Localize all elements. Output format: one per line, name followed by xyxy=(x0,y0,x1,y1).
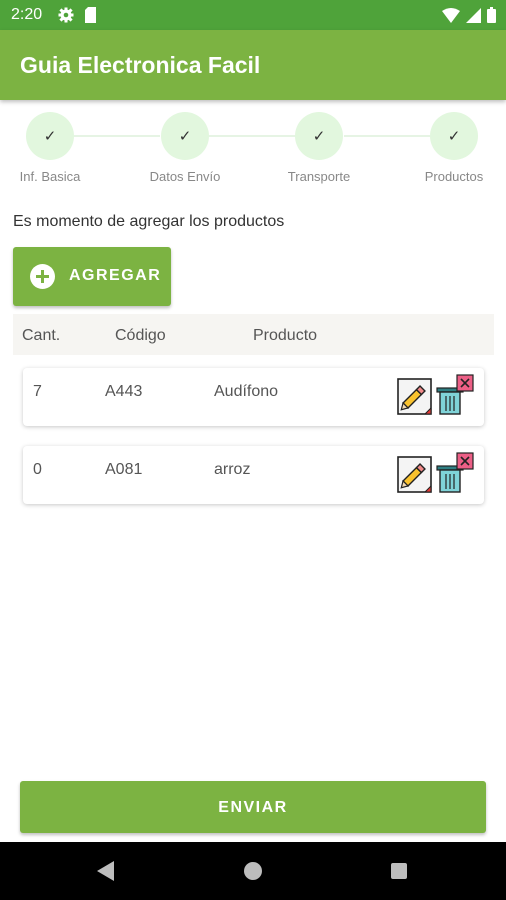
check-icon: ✓ xyxy=(312,128,326,145)
signal-icon xyxy=(466,7,481,23)
system-nav-bar xyxy=(0,842,506,900)
add-product-button[interactable]: AGREGAR xyxy=(13,247,171,306)
app-title: Guia Electronica Facil xyxy=(20,52,261,78)
nav-home-icon[interactable] xyxy=(244,862,262,880)
wifi-icon xyxy=(442,7,460,23)
nav-back-icon[interactable] xyxy=(97,861,114,881)
step-2-label: Datos Envío xyxy=(149,169,221,184)
stepper-connector xyxy=(344,135,430,137)
step-1-label: Inf. Basica xyxy=(19,169,81,184)
status-bar: 2:20 xyxy=(0,0,506,30)
send-button-label: ENVIAR xyxy=(218,799,288,816)
send-button[interactable]: ENVIAR xyxy=(20,781,486,833)
column-header-quantity: Cant. xyxy=(22,327,61,344)
table-header: Cant. Código Producto xyxy=(13,314,494,355)
add-button-label: AGREGAR xyxy=(69,267,162,284)
column-header-code: Código xyxy=(115,327,166,344)
step-3-circle[interactable]: ✓ xyxy=(295,112,343,160)
check-icon: ✓ xyxy=(178,128,192,145)
row-code: A443 xyxy=(105,383,143,400)
status-time: 2:20 xyxy=(11,6,43,23)
battery-icon xyxy=(487,7,496,23)
trash-icon[interactable] xyxy=(435,452,475,494)
trash-icon[interactable] xyxy=(435,374,475,416)
edit-pencil-icon[interactable] xyxy=(397,456,433,494)
step-3-label: Transporte xyxy=(287,169,351,184)
add-circle-icon xyxy=(30,264,55,289)
stepper-connector xyxy=(74,135,160,137)
check-icon: ✓ xyxy=(43,128,57,145)
app-bar: Guia Electronica Facil xyxy=(0,30,506,100)
row-product: arroz xyxy=(214,461,251,478)
row-code: A081 xyxy=(105,461,143,478)
status-right-icons xyxy=(442,7,496,23)
instruction-text: Es momento de agregar los productos xyxy=(13,213,285,230)
edit-pencil-icon[interactable] xyxy=(397,378,433,416)
row-quantity: 7 xyxy=(33,383,42,400)
step-4-circle[interactable]: ✓ xyxy=(430,112,478,160)
row-quantity: 0 xyxy=(33,461,42,478)
status-left-icons xyxy=(58,7,97,23)
table-row[interactable]: 7 A443 Audífono xyxy=(23,368,484,426)
check-icon: ✓ xyxy=(447,128,461,145)
stepper-connector xyxy=(209,135,295,137)
step-2-circle[interactable]: ✓ xyxy=(161,112,209,160)
nav-recent-icon[interactable] xyxy=(391,863,407,879)
column-header-product: Producto xyxy=(253,327,318,344)
step-1-circle[interactable]: ✓ xyxy=(26,112,74,160)
step-4-label: Productos xyxy=(424,169,484,184)
row-product: Audífono xyxy=(214,383,279,400)
table-row[interactable]: 0 A081 arroz xyxy=(23,446,484,504)
settings-icon xyxy=(58,7,74,23)
sd-card-icon xyxy=(85,7,96,23)
